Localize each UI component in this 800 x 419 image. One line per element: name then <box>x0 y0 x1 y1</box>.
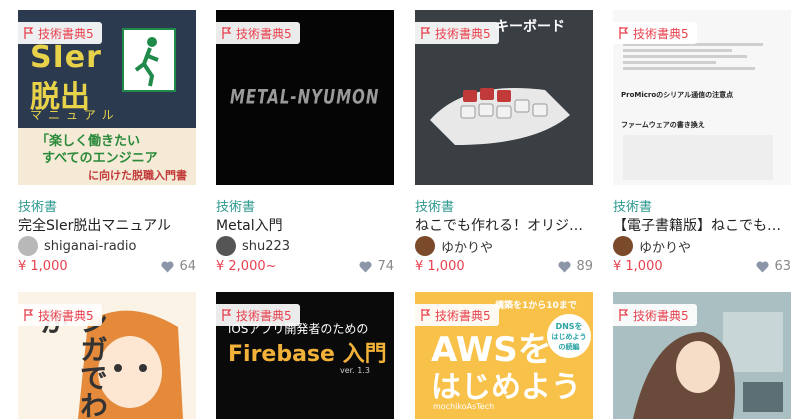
event-badge: 技術書典5 <box>613 304 697 326</box>
like-count[interactable]: 74 <box>359 259 394 274</box>
like-count[interactable]: 89 <box>558 259 593 274</box>
avatar <box>613 236 633 256</box>
event-badge: 技術書典5 <box>18 304 102 326</box>
cover-subtitle: マニュアル <box>30 108 120 122</box>
exit-sign-icon <box>122 28 176 92</box>
book-card[interactable]: キーボード 技術書典5 技術書 ねこでも作れる！オリジ… ゆかりや ¥ 1,00… <box>415 10 593 274</box>
book-card[interactable]: 技術書典5 <box>613 292 791 419</box>
book-card[interactable]: iOSアプリ開発者のための Firebase 入門 ver. 1.3 技術書典5 <box>216 292 394 419</box>
book-author[interactable]: ゆかりや <box>613 235 691 257</box>
book-category[interactable]: 技術書 <box>18 196 57 215</box>
book-price: ¥ 1,000 <box>18 259 68 274</box>
cover-heading-2: ファームウェアの書き換え <box>621 121 705 129</box>
code-block <box>623 135 773 180</box>
flag-icon <box>619 27 629 39</box>
book-card[interactable]: SIer 脱出 マニュアル 「楽しく働きたい すべてのエンジニア に向けた脱職入… <box>18 10 196 274</box>
heart-icon <box>558 261 571 273</box>
book-category[interactable]: 技術書 <box>613 196 652 215</box>
book-price: ¥ 1,000 <box>415 259 465 274</box>
keyboard-image <box>425 60 575 150</box>
book-author[interactable]: ゆかりや <box>415 235 493 257</box>
event-badge: 技術書典5 <box>216 22 300 44</box>
event-badge: 技術書典5 <box>18 22 102 44</box>
flag-icon <box>421 27 431 39</box>
circle-text-1: DNSを <box>555 321 583 331</box>
event-badge-label: 技術書典5 <box>633 308 689 323</box>
like-count[interactable]: 63 <box>756 259 791 274</box>
author-name: ゆかりや <box>441 240 494 256</box>
like-count-value: 63 <box>774 259 791 274</box>
avatar <box>415 236 435 256</box>
cover-version: ver. 1.3 <box>340 366 371 375</box>
event-badge-label: 技術書典5 <box>633 26 689 41</box>
cover-title: SIer <box>30 40 102 75</box>
book-title[interactable]: ねこでも作れる！オリジ… <box>415 215 593 235</box>
book-price: ¥ 1,000 <box>613 259 663 274</box>
flag-icon <box>421 309 431 321</box>
event-badge-label: 技術書典5 <box>236 308 292 323</box>
event-badge: 技術書典5 <box>415 304 499 326</box>
book-card[interactable]: 構築を1から10まで AWSを はじめよう DNSを はじめよう の続編 moc… <box>415 292 593 419</box>
like-count-value: 64 <box>179 259 196 274</box>
cover-title: Firebase 入門 <box>228 342 387 367</box>
cover-slogan-2: すべてのエンジニア <box>42 151 158 166</box>
book-category[interactable]: 技術書 <box>415 196 454 215</box>
cover-heading-1: ProMicroのシリアル通信の注意点 <box>621 91 734 99</box>
cover-brand: mochikoAsTech <box>433 402 495 411</box>
event-badge-label: 技術書典5 <box>236 26 292 41</box>
event-badge-label: 技術書典5 <box>38 308 94 323</box>
book-category[interactable]: 技術書 <box>216 196 255 215</box>
heart-icon <box>161 261 174 273</box>
like-count[interactable]: 64 <box>161 259 196 274</box>
book-card[interactable]: ProMicroのシリアル通信の注意点 ファームウェアの書き換え 技術書典5 技… <box>613 10 791 274</box>
event-badge: 技術書典5 <box>415 22 499 44</box>
book-card[interactable]: METAL-NYUMON 技術書典5 技術書 Metal入門 shu223 ¥ … <box>216 10 394 274</box>
like-count-value: 74 <box>377 259 394 274</box>
author-name: shiganai-radio <box>44 238 137 254</box>
sequel-circle: DNSを はじめよう の続編 <box>547 314 591 358</box>
flag-icon <box>222 27 232 39</box>
event-badge: 技術書典5 <box>216 304 300 326</box>
event-badge-label: 技術書典5 <box>435 26 491 41</box>
document-lines <box>623 40 778 73</box>
event-badge-label: 技術書典5 <box>38 26 94 41</box>
cover-slogan-3: に向けた脱職入門書 <box>88 169 187 182</box>
heart-icon <box>359 261 372 273</box>
book-title[interactable]: 【電子書籍版】ねこでも… <box>613 215 791 235</box>
circle-text-3: の続編 <box>558 342 580 351</box>
heart-icon <box>756 261 769 273</box>
flag-icon <box>24 309 34 321</box>
book-author[interactable]: shiganai-radio <box>18 235 136 257</box>
event-badge: 技術書典5 <box>613 22 697 44</box>
book-title[interactable]: 完全SIer脱出マニュアル <box>18 215 196 235</box>
author-name: ゆかりや <box>639 240 692 256</box>
circle-text-2: はじめよう <box>551 332 587 341</box>
flag-icon <box>222 309 232 321</box>
flag-icon <box>24 27 34 39</box>
avatar <box>216 236 236 256</box>
book-price: ¥ 2,000~ <box>216 259 277 274</box>
book-author[interactable]: shu223 <box>216 235 290 257</box>
book-card[interactable]: ンガでわか 技術書典5 <box>18 292 196 419</box>
book-title[interactable]: Metal入門 <box>216 215 394 235</box>
cover-top: 構築を1から10まで <box>495 301 577 311</box>
cover-heading: キーボード <box>495 19 565 35</box>
cover-logo: METAL-NYUMON <box>230 85 380 109</box>
like-count-value: 89 <box>576 259 593 274</box>
event-badge-label: 技術書典5 <box>435 308 491 323</box>
cover-title-2: はじめよう <box>431 370 581 405</box>
author-name: shu223 <box>242 238 291 254</box>
flag-icon <box>619 309 629 321</box>
avatar <box>18 236 38 256</box>
